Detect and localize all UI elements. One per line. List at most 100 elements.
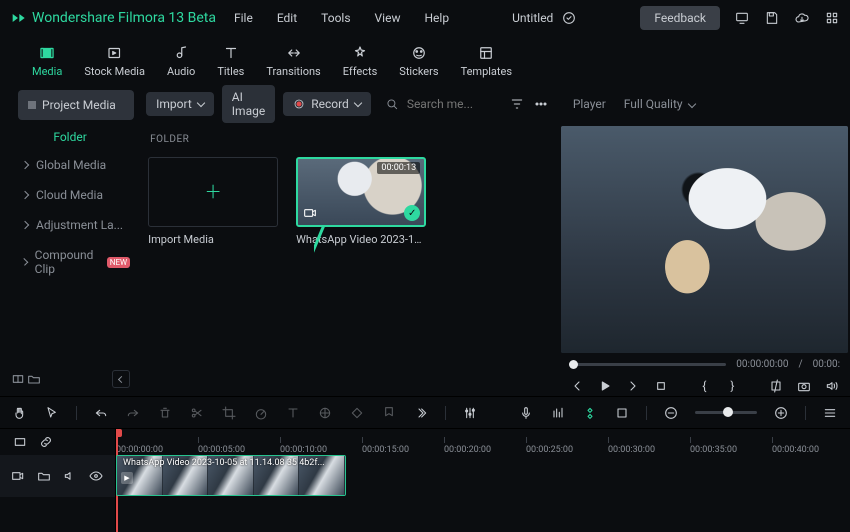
ribbon-tabs: Media Stock Media Audio Titles Transitio… [0,36,850,86]
track-add-icon[interactable] [36,468,52,484]
menu-view[interactable]: View [375,11,401,25]
text-icon[interactable] [285,405,301,421]
tab-stickers[interactable]: Stickers [399,44,438,78]
record-dropdown[interactable]: Record [283,92,371,116]
timeline-toolbar [0,397,850,429]
search-input[interactable] [379,92,501,116]
delete-icon[interactable] [157,405,173,421]
folder-label[interactable]: Folder [0,120,140,150]
magnet-icon[interactable] [582,405,598,421]
menubar: File Edit Tools View Help [234,11,449,25]
ai-image-button[interactable]: AI Image [222,85,275,123]
marker-icon[interactable] [381,405,397,421]
folder-heading: FOLDER [146,122,549,153]
timeline: 00:00:00:0000:00:05:0000:00:10:0000:00:1… [0,396,850,532]
crop-tool-icon[interactable] [221,405,237,421]
tab-effects[interactable]: Effects [343,44,378,78]
quality-dropdown[interactable]: Full Quality [624,97,695,111]
audio-mix-icon[interactable] [550,405,566,421]
menu-file[interactable]: File [234,11,253,25]
play-icon[interactable] [597,378,613,394]
tab-media[interactable]: Media [32,44,62,78]
media-toolbar: Import AI Image Record [146,86,549,122]
player-controls: { } [561,374,848,396]
new-folder-icon[interactable] [26,371,42,387]
timeline-settings-icon[interactable] [12,434,28,450]
progress-bar[interactable] [569,363,726,366]
clip-play-icon: ▶ [121,472,133,484]
monitor-icon[interactable] [734,10,750,26]
new-badge: NEW [107,257,130,268]
main-area: Project Media Folder Global Media Cloud … [0,86,850,396]
sidebar-item-adjustment-layer[interactable]: Adjustment La... [0,210,140,240]
list-view-icon[interactable] [822,405,838,421]
sidebar: Project Media Folder Global Media Cloud … [0,86,140,396]
sidebar-item-compound-clip[interactable]: Compound ClipNEW [0,240,140,284]
zoom-slider[interactable] [695,411,757,414]
media-clip-tile[interactable]: 00:00:13 ✓ WhatsApp Video 2023-10-05... [296,157,426,246]
keyframe-icon[interactable] [349,405,365,421]
speed-icon[interactable] [253,405,269,421]
zoom-out-icon[interactable] [663,405,679,421]
snapshot-icon[interactable] [796,378,812,394]
crop-icon[interactable] [768,378,784,394]
visibility-icon[interactable] [88,468,104,484]
titlebar: Wondershare Filmora 13 Beta File Edit To… [0,0,850,36]
plus-icon: + [206,177,221,207]
menu-help[interactable]: Help [424,11,449,25]
menu-edit[interactable]: Edit [277,11,297,25]
hand-tool-icon[interactable] [12,405,28,421]
tab-titles[interactable]: Titles [217,44,244,78]
import-dropdown[interactable]: Import [146,92,214,116]
clip-duration: 00:00:13 [377,162,420,174]
next-frame-icon[interactable] [625,378,641,394]
mute-icon[interactable] [62,468,78,484]
media-browser: Import AI Image Record FOLDER + Import M… [140,86,559,396]
more-icon[interactable] [533,96,549,112]
tab-transitions[interactable]: Transitions [266,44,320,78]
filter-icon[interactable] [509,96,525,112]
expand-panel-icon[interactable] [10,371,26,387]
tab-templates[interactable]: Templates [461,44,512,78]
mark-out-icon[interactable]: } [724,378,740,394]
sidebar-item-cloud-media[interactable]: Cloud Media [0,180,140,210]
prev-frame-icon[interactable] [569,378,585,394]
video-track-header[interactable] [0,455,115,497]
grid-icon[interactable] [614,405,630,421]
link-icon[interactable] [38,434,54,450]
unsaved-icon [561,10,577,26]
more-tools-icon[interactable] [413,405,429,421]
selection-tool-icon[interactable] [44,405,60,421]
undo-icon[interactable] [93,405,109,421]
mark-in-icon[interactable]: { [696,378,712,394]
zoom-in-icon[interactable] [773,405,789,421]
preview-viewport[interactable] [561,126,848,353]
mixer-icon[interactable] [462,405,478,421]
time-ruler[interactable]: 00:00:00:0000:00:05:0000:00:10:0000:00:1… [116,429,850,455]
tab-stock-media[interactable]: Stock Media [84,44,145,78]
app-logo: Wondershare Filmora 13 Beta [10,10,216,26]
project-media-header[interactable]: Project Media [18,90,134,120]
timeline-clip[interactable]: ▶ WhatsApp Video 2023-10-05 at 11.14.08 … [116,455,346,496]
timeline-tracks[interactable]: 00:00:00:0000:00:05:0000:00:10:0000:00:1… [116,429,850,532]
split-icon[interactable] [189,405,205,421]
timeline-track-headers [0,429,116,532]
color-icon[interactable] [317,405,333,421]
apps-icon[interactable] [824,10,840,26]
redo-icon[interactable] [125,405,141,421]
feedback-button[interactable]: Feedback [640,6,720,30]
stop-icon[interactable] [653,378,669,394]
mic-icon[interactable] [518,405,534,421]
import-media-tile[interactable]: + Import Media [148,157,278,246]
video-track-icon [10,468,26,484]
player-panel: Player Full Quality 00:00:00:00 / 00:00:… [559,86,850,396]
sidebar-item-global-media[interactable]: Global Media [0,150,140,180]
search-icon [385,97,399,111]
cloud-icon[interactable] [794,10,810,26]
tab-audio[interactable]: Audio [167,44,195,78]
volume-icon[interactable] [824,378,840,394]
menu-tools[interactable]: Tools [321,11,350,25]
collapse-sidebar-button[interactable] [112,370,130,388]
save-icon[interactable] [764,10,780,26]
video-type-icon [302,205,318,221]
